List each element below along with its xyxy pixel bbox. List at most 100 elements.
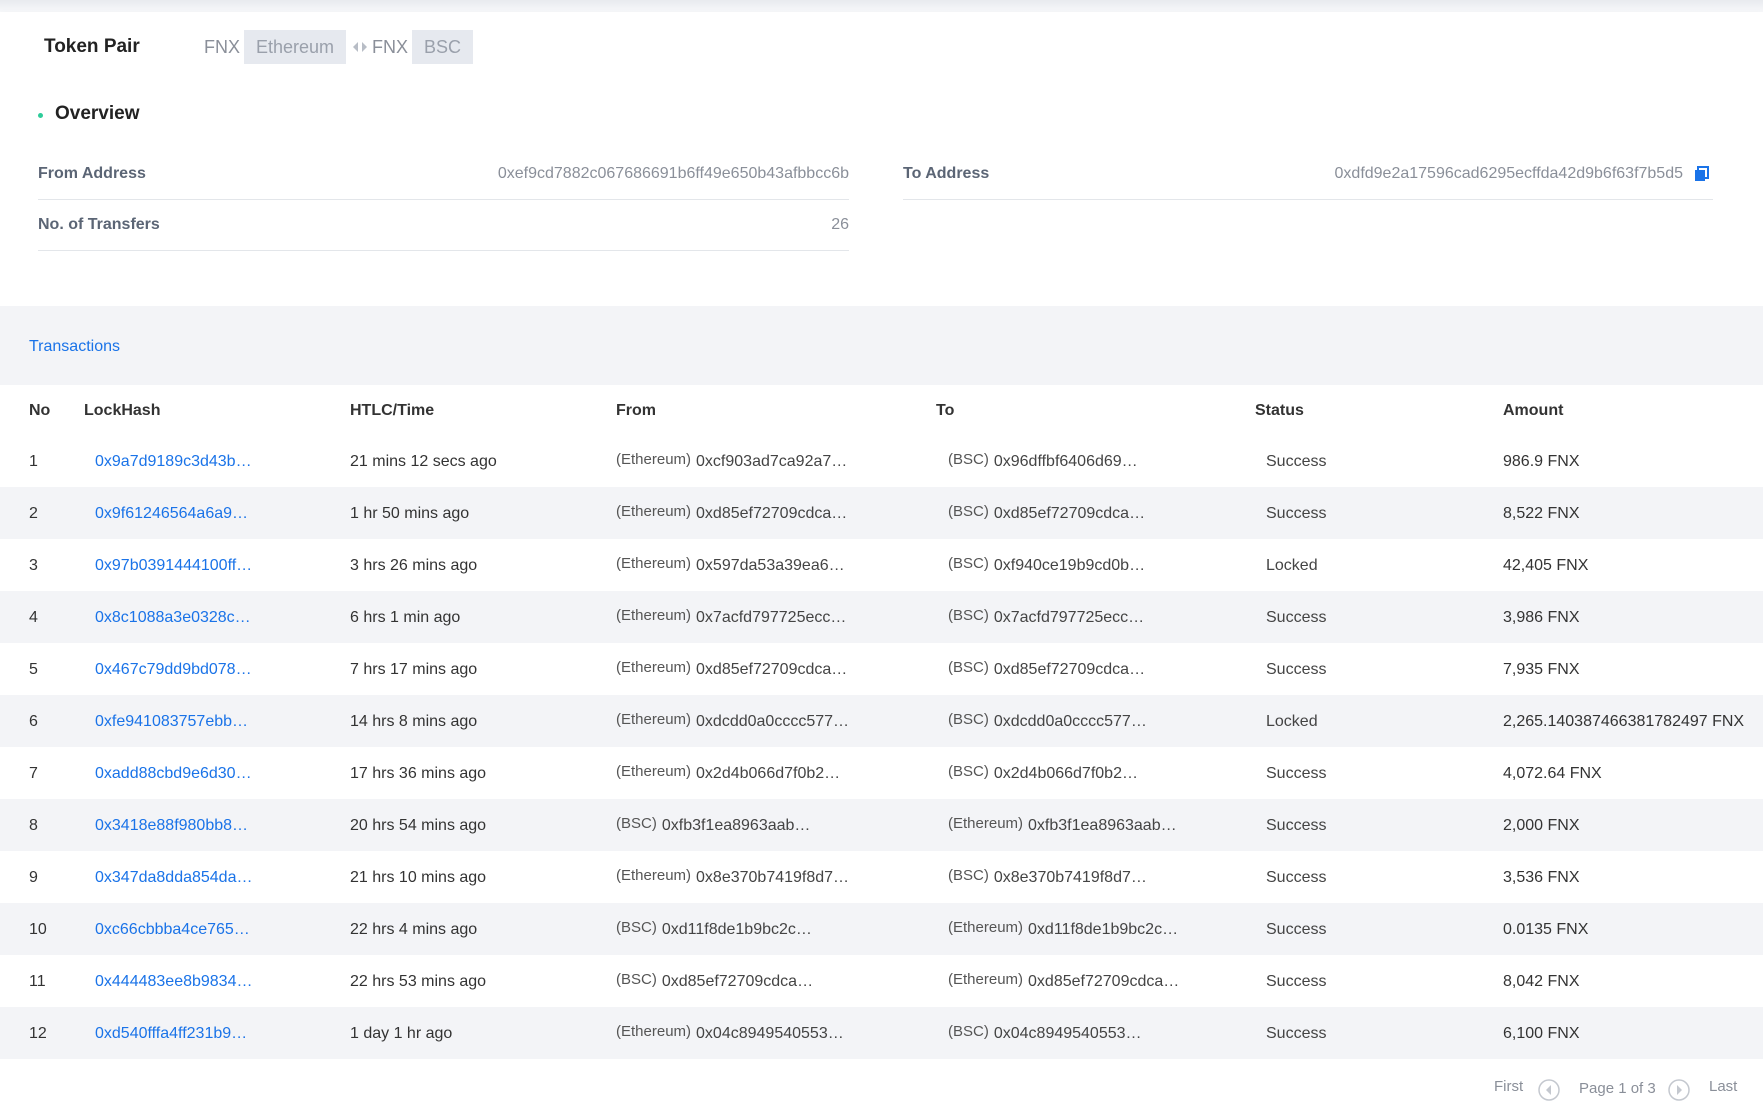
table-row[interactable]: 2 0x9f61246564a6a9… 1 hr 50 mins ago (Ether… [0, 487, 1763, 539]
transactions-tab[interactable]: Transactions [29, 338, 120, 356]
next-page-icon[interactable] [1668, 1079, 1690, 1101]
to-network-label: (Ethereum) [948, 971, 1024, 988]
to-address[interactable]: 0xfb3f1ea8963aab… [1028, 817, 1177, 835]
row-amount: 7,935 FNX [1503, 661, 1580, 678]
table-row[interactable]: 12 0xd540fffa4ff231b9… 1 day 1 hr ago (Ethe… [0, 1007, 1763, 1059]
table-row[interactable]: 1 0x9a7d9189c3d43b… 21 mins 12 secs ago (Et… [0, 435, 1763, 487]
to-address-value[interactable]: 0xdfd9e2a17596cad6295ecffda42d9b6f63f7b5… [1335, 165, 1683, 183]
from-address[interactable]: 0x2d4b066d7f0b2… [696, 765, 840, 783]
lockhash-link[interactable]: 0xc66cbbba4ce765… [95, 921, 250, 939]
row-no: 8 [29, 817, 38, 834]
to-address[interactable]: 0xd85ef72709cdca… [994, 505, 1145, 523]
table-row[interactable]: 9 0x347da8dda854da… 21 hrs 10 mins ago (Eth… [0, 851, 1763, 903]
from-address[interactable]: 0x597da53a39ea6… [696, 557, 845, 575]
lockhash-link[interactable]: 0xd540fffa4ff231b9… [95, 1025, 247, 1043]
overview-title: Overview [55, 103, 140, 124]
transactions-band [0, 306, 1763, 385]
row-time: 6 hrs 1 min ago [350, 609, 461, 626]
table-row[interactable]: 3 0x97b0391444100ff… 3 hrs 26 mins ago (Eth… [0, 539, 1763, 591]
row-status: Success [1266, 973, 1327, 990]
row-amount: 4,072.64 FNX [1503, 765, 1602, 782]
row-status: Success [1266, 453, 1327, 470]
from-address-value[interactable]: 0xef9cd7882c067686691b6ff49e650b43afbbcc… [498, 165, 849, 183]
from-address[interactable]: 0xfb3f1ea8963aab… [662, 817, 811, 835]
copy-icon[interactable] [1693, 166, 1709, 182]
from-network-label: (Ethereum) [616, 451, 692, 468]
table-row[interactable]: 7 0xadd88cbd9e6d30… 17 hrs 36 mins ago (Eth… [0, 747, 1763, 799]
token-pair-display: FNX Ethereum FNX BSC [204, 30, 477, 64]
from-address[interactable]: 0xd11f8de1b9bc2c… [662, 921, 812, 939]
to-token: FNX [372, 36, 409, 57]
from-address[interactable]: 0xd85ef72709cdca… [696, 505, 847, 523]
from-network-badge: Ethereum [244, 30, 347, 64]
to-address[interactable]: 0xdcdd0a0cccc577… [994, 713, 1147, 731]
from-address[interactable]: 0x8e370b7419f8d7… [696, 869, 849, 887]
from-network-label: (BSC) [616, 919, 657, 936]
col-time: HTLC/Time [350, 402, 435, 419]
lockhash-link[interactable]: 0x347da8dda854da… [95, 869, 252, 887]
row-amount: 2,000 FNX [1503, 817, 1580, 834]
to-address[interactable]: 0xd85ef72709cdca… [994, 661, 1145, 679]
row-time: 21 hrs 10 mins ago [350, 869, 487, 886]
to-address[interactable]: 0x04c8949540553… [994, 1025, 1142, 1043]
row-amount: 0.0135 FNX [1503, 921, 1589, 938]
from-network-label: (Ethereum) [616, 607, 692, 624]
row-time: 1 hr 50 mins ago [350, 505, 470, 522]
to-address[interactable]: 0x96dffbf6406d69… [994, 453, 1138, 471]
to-network-label: (BSC) [948, 659, 989, 676]
to-network-badge: BSC [412, 30, 474, 64]
row-status: Locked [1266, 713, 1318, 730]
lockhash-link[interactable]: 0xfe941083757ebb… [95, 713, 248, 731]
lockhash-link[interactable]: 0x9f61246564a6a9… [95, 505, 248, 523]
table-row[interactable]: 6 0xfe941083757ebb… 14 hrs 8 mins ago (Ethe… [0, 695, 1763, 747]
lockhash-link[interactable]: 0x3418e88f980bb8… [95, 817, 248, 835]
table-row[interactable]: 5 0x467c79dd9bd078… 7 hrs 17 mins ago (Ethe… [0, 643, 1763, 695]
table-row[interactable]: 8 0x3418e88f980bb8… 20 hrs 54 mins ago (BSC… [0, 799, 1763, 851]
lockhash-link[interactable]: 0x467c79dd9bd078… [95, 661, 252, 679]
row-status: Success [1266, 817, 1327, 834]
to-address[interactable]: 0x7acfd797725ecc… [994, 609, 1144, 627]
from-token: FNX [204, 36, 240, 57]
from-address[interactable]: 0xcf903ad7ca92a7… [696, 453, 847, 471]
row-status: Locked [1266, 557, 1318, 574]
from-address[interactable]: 0xdcdd0a0cccc577… [696, 713, 849, 731]
to-network-label: (BSC) [948, 867, 989, 884]
table-row[interactable]: 4 0x8c1088a3e0328c… 6 hrs 1 min ago (Ethere… [0, 591, 1763, 643]
to-address[interactable]: 0xd85ef72709cdca… [1028, 973, 1179, 991]
row-amount: 3,986 FNX [1503, 609, 1580, 626]
to-address[interactable]: 0x2d4b066d7f0b2… [994, 765, 1138, 783]
to-address[interactable]: 0x8e370b7419f8d7… [994, 869, 1147, 887]
row-no: 6 [29, 713, 38, 730]
row-no: 1 [29, 453, 38, 470]
row-status: Success [1266, 505, 1327, 522]
lockhash-link[interactable]: 0x97b0391444100ff… [95, 557, 252, 575]
lockhash-link[interactable]: 0x444483ee8b9834… [95, 973, 252, 991]
prev-page-icon[interactable] [1538, 1079, 1560, 1101]
to-address[interactable]: 0xf940ce19b9cd0b… [994, 557, 1145, 575]
lockhash-link[interactable]: 0xadd88cbd9e6d30… [95, 765, 252, 783]
col-from: From [616, 402, 656, 419]
from-address[interactable]: 0xd85ef72709cdca… [662, 973, 813, 991]
to-address[interactable]: 0xd11f8de1b9bc2c… [1028, 921, 1178, 939]
row-status: Success [1266, 1025, 1327, 1042]
row-amount: 3,536 FNX [1503, 869, 1580, 886]
row-no: 5 [29, 661, 38, 678]
first-page-link[interactable]: First [1494, 1078, 1523, 1095]
last-page-link[interactable]: Last [1709, 1078, 1737, 1095]
lockhash-link[interactable]: 0x8c1088a3e0328c… [95, 609, 251, 627]
from-address[interactable]: 0x04c8949540553… [696, 1025, 844, 1043]
from-address[interactable]: 0xd85ef72709cdca… [696, 661, 847, 679]
lockhash-link[interactable]: 0x9a7d9189c3d43b… [95, 453, 252, 471]
row-no: 7 [29, 765, 38, 782]
row-time: 17 hrs 36 mins ago [350, 765, 487, 782]
token-pair-title: Token Pair [44, 36, 140, 57]
token-pair-header: Token Pair FNX Ethereum FNX BSC [0, 12, 1763, 82]
to-network-label: (BSC) [948, 555, 989, 572]
table-row[interactable]: 10 0xc66cbbba4ce765… 22 hrs 4 mins ago (BSC… [0, 903, 1763, 955]
row-time: 3 hrs 26 mins ago [350, 557, 478, 574]
from-network-label: (Ethereum) [616, 763, 692, 780]
from-address[interactable]: 0x7acfd797725ecc… [696, 609, 846, 627]
table-row[interactable]: 11 0x444483ee8b9834… 22 hrs 53 mins ago (BS… [0, 955, 1763, 1007]
to-network-label: (Ethereum) [948, 919, 1024, 936]
to-network-label: (BSC) [948, 1023, 989, 1040]
